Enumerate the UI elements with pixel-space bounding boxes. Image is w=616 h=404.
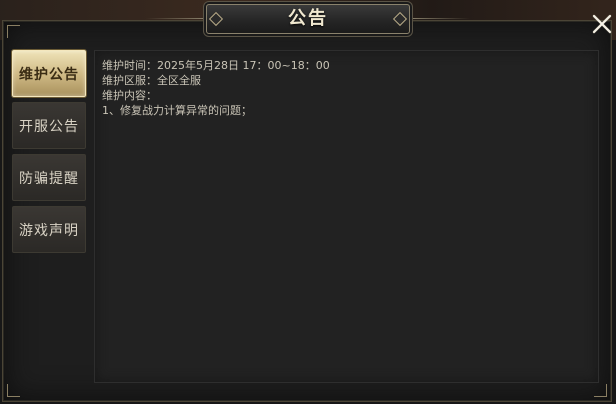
tab-server-launch-notice[interactable]: 开服公告 bbox=[12, 102, 86, 149]
announcement-content-panel[interactable]: 维护时间：2025年5月28日 17：00~18：00 维护区服：全区全服 维护… bbox=[94, 50, 599, 383]
title-wing-decoration bbox=[410, 18, 470, 19]
title-plate: 公告 bbox=[206, 4, 410, 34]
tab-label: 维护公告 bbox=[19, 66, 79, 83]
corner-ornament bbox=[7, 384, 20, 397]
corner-ornament bbox=[594, 384, 607, 397]
tab-anti-fraud-reminder[interactable]: 防骗提醒 bbox=[12, 154, 86, 201]
tab-label: 游戏声明 bbox=[19, 222, 79, 239]
tab-maintenance-notice[interactable]: 维护公告 bbox=[12, 50, 86, 97]
tab-game-statement[interactable]: 游戏声明 bbox=[12, 206, 86, 253]
tab-label: 开服公告 bbox=[19, 118, 79, 135]
announcement-tabs: 维护公告 开服公告 防骗提醒 游戏声明 bbox=[12, 50, 86, 258]
tab-label: 防骗提醒 bbox=[19, 170, 79, 187]
dialog-title: 公告 bbox=[288, 8, 328, 29]
close-button[interactable] bbox=[588, 10, 616, 38]
corner-ornament bbox=[7, 25, 20, 38]
maintenance-content-heading: 维护内容： bbox=[102, 89, 157, 102]
game-screen: 公告 维护公告 开服公告 防骗提醒 游戏声明 维护时间：2025年5月28日 1… bbox=[0, 0, 616, 404]
maintenance-servers-line: 维护区服：全区全服 bbox=[102, 74, 201, 87]
maintenance-item: 1、修复战力计算异常的问题； bbox=[102, 104, 252, 117]
announcement-text: 维护时间：2025年5月28日 17：00~18：00 维护区服：全区全服 维护… bbox=[102, 58, 330, 118]
maintenance-time-line: 维护时间：2025年5月28日 17：00~18：00 bbox=[102, 59, 330, 72]
close-x-icon bbox=[592, 14, 612, 34]
title-wing-decoration bbox=[146, 18, 206, 19]
diamond-ornament-icon bbox=[392, 11, 408, 27]
diamond-ornament-icon bbox=[208, 11, 224, 27]
